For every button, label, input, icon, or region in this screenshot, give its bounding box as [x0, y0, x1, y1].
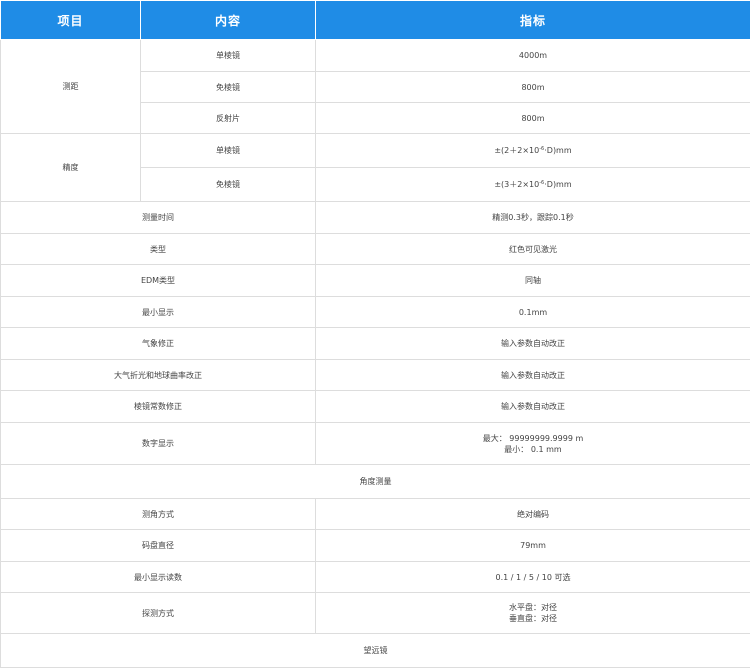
table-row: 大气折光和地球曲率改正 输入参数自动改正	[1, 360, 750, 391]
section-row-angle: 角度测量	[1, 465, 750, 499]
row-label: 气象修正	[1, 328, 316, 360]
accuracy-label: 精度	[1, 134, 141, 202]
section-row-telescope: 望远镜	[1, 634, 750, 668]
table-header-row: 项目 内容 指标	[1, 1, 750, 40]
header-spec: 指标	[316, 1, 750, 40]
row-label: 探测方式	[1, 593, 316, 634]
row-label: 测角方式	[1, 499, 316, 530]
table-row: 码盘直径 79mm	[1, 530, 750, 562]
row-value: 0.1 / 1 / 5 / 10 可选	[316, 562, 750, 593]
row-label: 码盘直径	[1, 530, 316, 562]
table-row: 探测方式 水平盘：对径 垂直盘：对径	[1, 593, 750, 634]
row-label: 类型	[1, 234, 316, 265]
row-value: 水平盘：对径 垂直盘：对径	[316, 593, 750, 634]
accuracy-value: ±(2＋2×10-6·D)mm	[316, 134, 750, 168]
row-label: 数字显示	[1, 423, 316, 465]
accuracy-content: 单棱镜	[141, 134, 316, 168]
range-label: 测距	[1, 40, 141, 134]
table-row: 测距 单棱镜 4000m	[1, 40, 750, 72]
header-item: 项目	[1, 1, 141, 40]
row-value: 最大： 99999999.9999 m 最小： 0.1 mm	[316, 423, 750, 465]
row-value: 输入参数自动改正	[316, 360, 750, 391]
spec-table: 项目 内容 指标 测距 单棱镜 4000m 免棱镜 800m 反射片 800m …	[0, 0, 750, 668]
table-row: 类型 红色可见激光	[1, 234, 750, 265]
range-content: 单棱镜	[141, 40, 316, 72]
accuracy-content: 免棱镜	[141, 168, 316, 202]
row-label: 最小显示	[1, 297, 316, 328]
row-value: 0.1mm	[316, 297, 750, 328]
header-content: 内容	[141, 1, 316, 40]
row-value: 79mm	[316, 530, 750, 562]
range-value: 4000m	[316, 40, 750, 72]
table-row: 最小显示读数 0.1 / 1 / 5 / 10 可选	[1, 562, 750, 593]
section-title: 角度测量	[1, 465, 750, 499]
row-value: 输入参数自动改正	[316, 391, 750, 423]
range-content: 免棱镜	[141, 72, 316, 103]
table-row: 棱镜常数修正 输入参数自动改正	[1, 391, 750, 423]
table-row: 测角方式 绝对编码	[1, 499, 750, 530]
range-content: 反射片	[141, 103, 316, 134]
row-value: 输入参数自动改正	[316, 328, 750, 360]
row-label: 测量时间	[1, 202, 316, 234]
row-value: 精测0.3秒，跟踪0.1秒	[316, 202, 750, 234]
row-label: 大气折光和地球曲率改正	[1, 360, 316, 391]
accuracy-value: ±(3＋2×10-6·D)mm	[316, 168, 750, 202]
row-label: 最小显示读数	[1, 562, 316, 593]
row-value: 同轴	[316, 265, 750, 297]
section-title: 望远镜	[1, 634, 750, 668]
table-row: 气象修正 输入参数自动改正	[1, 328, 750, 360]
range-value: 800m	[316, 103, 750, 134]
table-row: 测量时间 精测0.3秒，跟踪0.1秒	[1, 202, 750, 234]
table-row: 精度 单棱镜 ±(2＋2×10-6·D)mm	[1, 134, 750, 168]
row-label: 棱镜常数修正	[1, 391, 316, 423]
row-value: 绝对编码	[316, 499, 750, 530]
table-row: 最小显示 0.1mm	[1, 297, 750, 328]
range-value: 800m	[316, 72, 750, 103]
table-row: EDM类型 同轴	[1, 265, 750, 297]
table-row: 数字显示 最大： 99999999.9999 m 最小： 0.1 mm	[1, 423, 750, 465]
row-label: EDM类型	[1, 265, 316, 297]
row-value: 红色可见激光	[316, 234, 750, 265]
